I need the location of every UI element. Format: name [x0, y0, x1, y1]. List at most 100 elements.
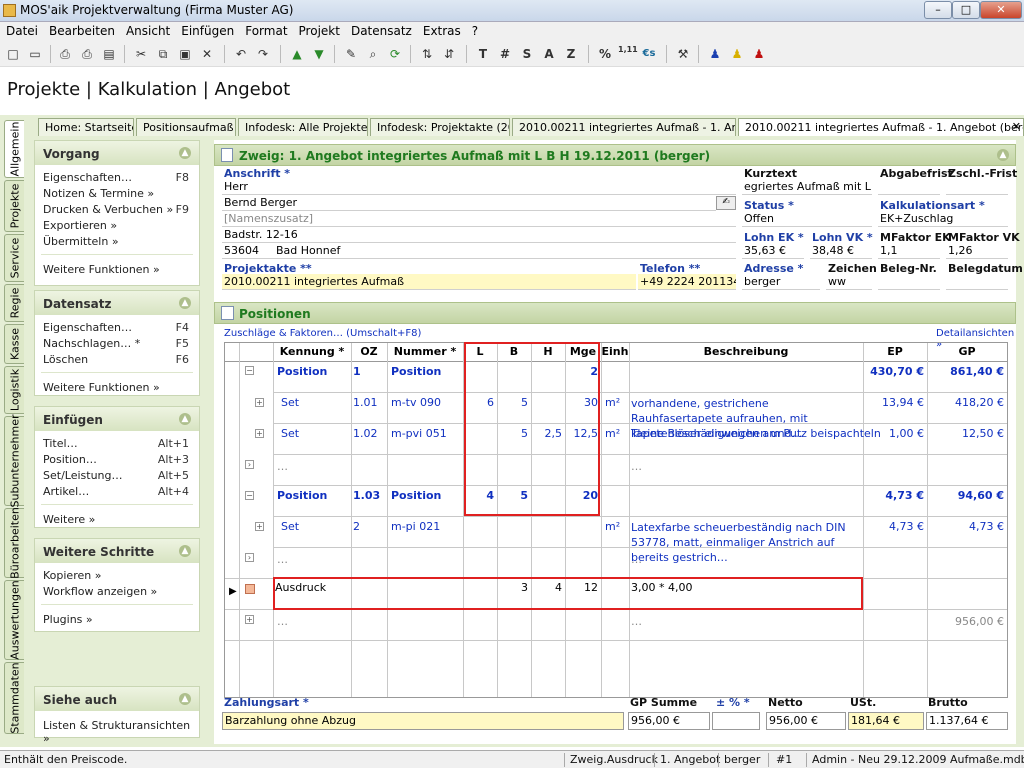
user-blue-icon[interactable]: ♟	[706, 45, 724, 63]
cell[interactable]: Latexfarbe scheuerbeständig nach DIN 537…	[631, 520, 861, 565]
belegdatum-field[interactable]	[946, 274, 1008, 290]
menu-bearbeiten[interactable]: Bearbeiten	[43, 22, 120, 38]
format-a-button[interactable]: A	[540, 45, 558, 63]
cell[interactable]: 4,73 €	[927, 520, 1004, 533]
cell[interactable]: 12,50 €	[927, 427, 1004, 440]
collapse-node-icon[interactable]: −	[245, 366, 254, 375]
redo-icon[interactable]: ↷	[254, 45, 272, 63]
vtab-logistik[interactable]: Logistik	[4, 366, 24, 414]
cell[interactable]: Set	[281, 396, 299, 409]
plz-field[interactable]: 53604	[222, 243, 274, 259]
lohn-vk-field[interactable]: 38,48 €	[810, 243, 872, 259]
panel-header[interactable]: Siehe auch ▲	[35, 687, 199, 711]
vtab-service[interactable]: Service	[4, 234, 24, 282]
cell[interactable]: Position	[277, 365, 327, 378]
currency-button[interactable]: €s	[640, 45, 658, 63]
mfaktor-vk-field[interactable]: 1,26	[946, 243, 1008, 259]
telefon-field[interactable]: +49 2224 2011345	[638, 274, 736, 290]
close-button[interactable]: ✕	[980, 1, 1022, 19]
more-functions-link[interactable]: Weitere Funktionen »	[35, 263, 199, 279]
menu-extras[interactable]: Extras	[417, 22, 466, 38]
kalkulationsart-field[interactable]: EK+Zuschlag	[878, 211, 1008, 227]
anrede-field[interactable]: Herr	[222, 179, 736, 195]
cell[interactable]: Set	[281, 427, 299, 440]
preview-icon[interactable]: ▤	[100, 45, 118, 63]
ort-field[interactable]: Bad Honnef	[274, 243, 736, 259]
arrow-up-icon[interactable]: ▲	[288, 45, 306, 63]
arrow-down-icon[interactable]: ▼	[310, 45, 328, 63]
vtab-subunternehmer[interactable]: Subunternehmer	[4, 414, 24, 508]
cell[interactable]: m²	[605, 396, 620, 409]
panel-header[interactable]: Einfügen ▲	[35, 407, 199, 431]
minimize-button[interactable]: –	[924, 1, 952, 19]
col-kennung[interactable]: Kennung *	[273, 343, 351, 361]
zschl-frist-field[interactable]	[946, 179, 1008, 195]
new-icon[interactable]: □	[4, 45, 22, 63]
menu-help[interactable]: ?	[466, 22, 483, 38]
expand-node-icon[interactable]: +	[255, 429, 264, 438]
cell[interactable]: 1	[353, 365, 361, 378]
edit-pencil-icon[interactable]: ✎	[342, 45, 360, 63]
menu-item[interactable]: Exportieren »	[35, 219, 199, 235]
expand-node-icon[interactable]: ›	[245, 460, 254, 469]
doc-tab-angebot[interactable]: 2010.00211 integriertes Aufmaß - 1. Ange…	[512, 118, 736, 136]
signature-icon[interactable]: ✍	[716, 196, 736, 210]
cell[interactable]: m-tv 090	[391, 396, 441, 409]
col-beschreibung[interactable]: Beschreibung	[629, 343, 863, 361]
expand-node-icon[interactable]: +	[255, 398, 264, 407]
cell[interactable]: 861,40 €	[927, 365, 1004, 378]
cell[interactable]: 1,00 €	[863, 427, 924, 440]
cell[interactable]: 94,60 €	[927, 489, 1004, 502]
menu-ansicht[interactable]: Ansicht	[120, 22, 175, 38]
cell[interactable]: Position	[391, 489, 441, 502]
maximize-button[interactable]: □	[952, 1, 980, 19]
percent-field[interactable]	[712, 712, 760, 730]
beleg-nr-field[interactable]	[878, 274, 940, 290]
doc-tab-angebot-berger[interactable]: 2010.00211 integriertes Aufmaß - 1. Ange…	[738, 118, 1024, 136]
cell[interactable]: Position	[391, 365, 441, 378]
panel-header[interactable]: Vorgang ▲	[35, 141, 199, 165]
expand-node-icon[interactable]: +	[255, 522, 264, 531]
adresse-field[interactable]: berger	[742, 274, 820, 290]
menu-item[interactable]: Set/Leistung… Alt+5	[35, 469, 199, 485]
menu-datensatz[interactable]: Datensatz	[345, 22, 417, 38]
copy-icon[interactable]: ⧉	[154, 45, 172, 63]
collapse-icon[interactable]: ▲	[997, 149, 1009, 161]
cell[interactable]: …	[277, 460, 288, 473]
format-number-button[interactable]: #	[496, 45, 514, 63]
plugins-link[interactable]: Plugins »	[35, 613, 199, 629]
cell[interactable]: kleine Beschädigungen am Putz beispachte…	[631, 427, 881, 440]
lohn-ek-field[interactable]: 35,63 €	[742, 243, 804, 259]
collapse-icon[interactable]: ▲	[179, 413, 191, 425]
vtab-allgemein[interactable]: Allgemein	[4, 120, 24, 178]
doc-tab-home[interactable]: Home: Startseite	[38, 118, 134, 136]
menu-item[interactable]: Kopieren »	[35, 569, 199, 585]
namenszusatz-field[interactable]: [Namenszusatz]	[222, 211, 736, 227]
doc-tab-infodesk-projekte[interactable]: Infodesk: Alle Projekte	[238, 118, 368, 136]
col-gp[interactable]: GP	[927, 343, 1007, 361]
zahlungsart-field[interactable]: Barzahlung ohne Abzug	[222, 712, 624, 730]
format-s-button[interactable]: S	[518, 45, 536, 63]
collapse-icon[interactable]: ▲	[179, 297, 191, 309]
menu-projekt[interactable]: Projekt	[293, 22, 345, 38]
panel-header[interactable]: Weitere Schritte ▲	[35, 539, 199, 563]
menu-item[interactable]: Übermitteln »	[35, 235, 199, 251]
cut-icon[interactable]: ✂	[132, 45, 150, 63]
status-field[interactable]: Offen	[742, 211, 872, 227]
collapse-node-icon[interactable]: −	[245, 491, 254, 500]
col-ep[interactable]: EP	[863, 343, 927, 361]
print-icon[interactable]: ⎙	[78, 45, 96, 63]
menu-item[interactable]: Position… Alt+3	[35, 453, 199, 469]
col-nummer[interactable]: Nummer *	[387, 343, 463, 361]
cell[interactable]: 956,00 €	[927, 615, 1004, 628]
vtab-regie[interactable]: Regie	[4, 284, 24, 322]
zeichen-field[interactable]: ww	[826, 274, 872, 290]
cell[interactable]: m²	[605, 427, 620, 440]
cell[interactable]: …	[631, 615, 642, 628]
menu-item[interactable]: Listen & Strukturansichten »	[35, 719, 199, 745]
undo-icon[interactable]: ↶	[232, 45, 250, 63]
more-functions-link[interactable]: Weitere Funktionen »	[35, 381, 199, 397]
vtab-stammdaten[interactable]: Stammdaten	[4, 662, 24, 734]
cell[interactable]: 2	[353, 520, 360, 533]
vtab-bueroarbeiten[interactable]: Büroarbeiten	[4, 507, 24, 579]
